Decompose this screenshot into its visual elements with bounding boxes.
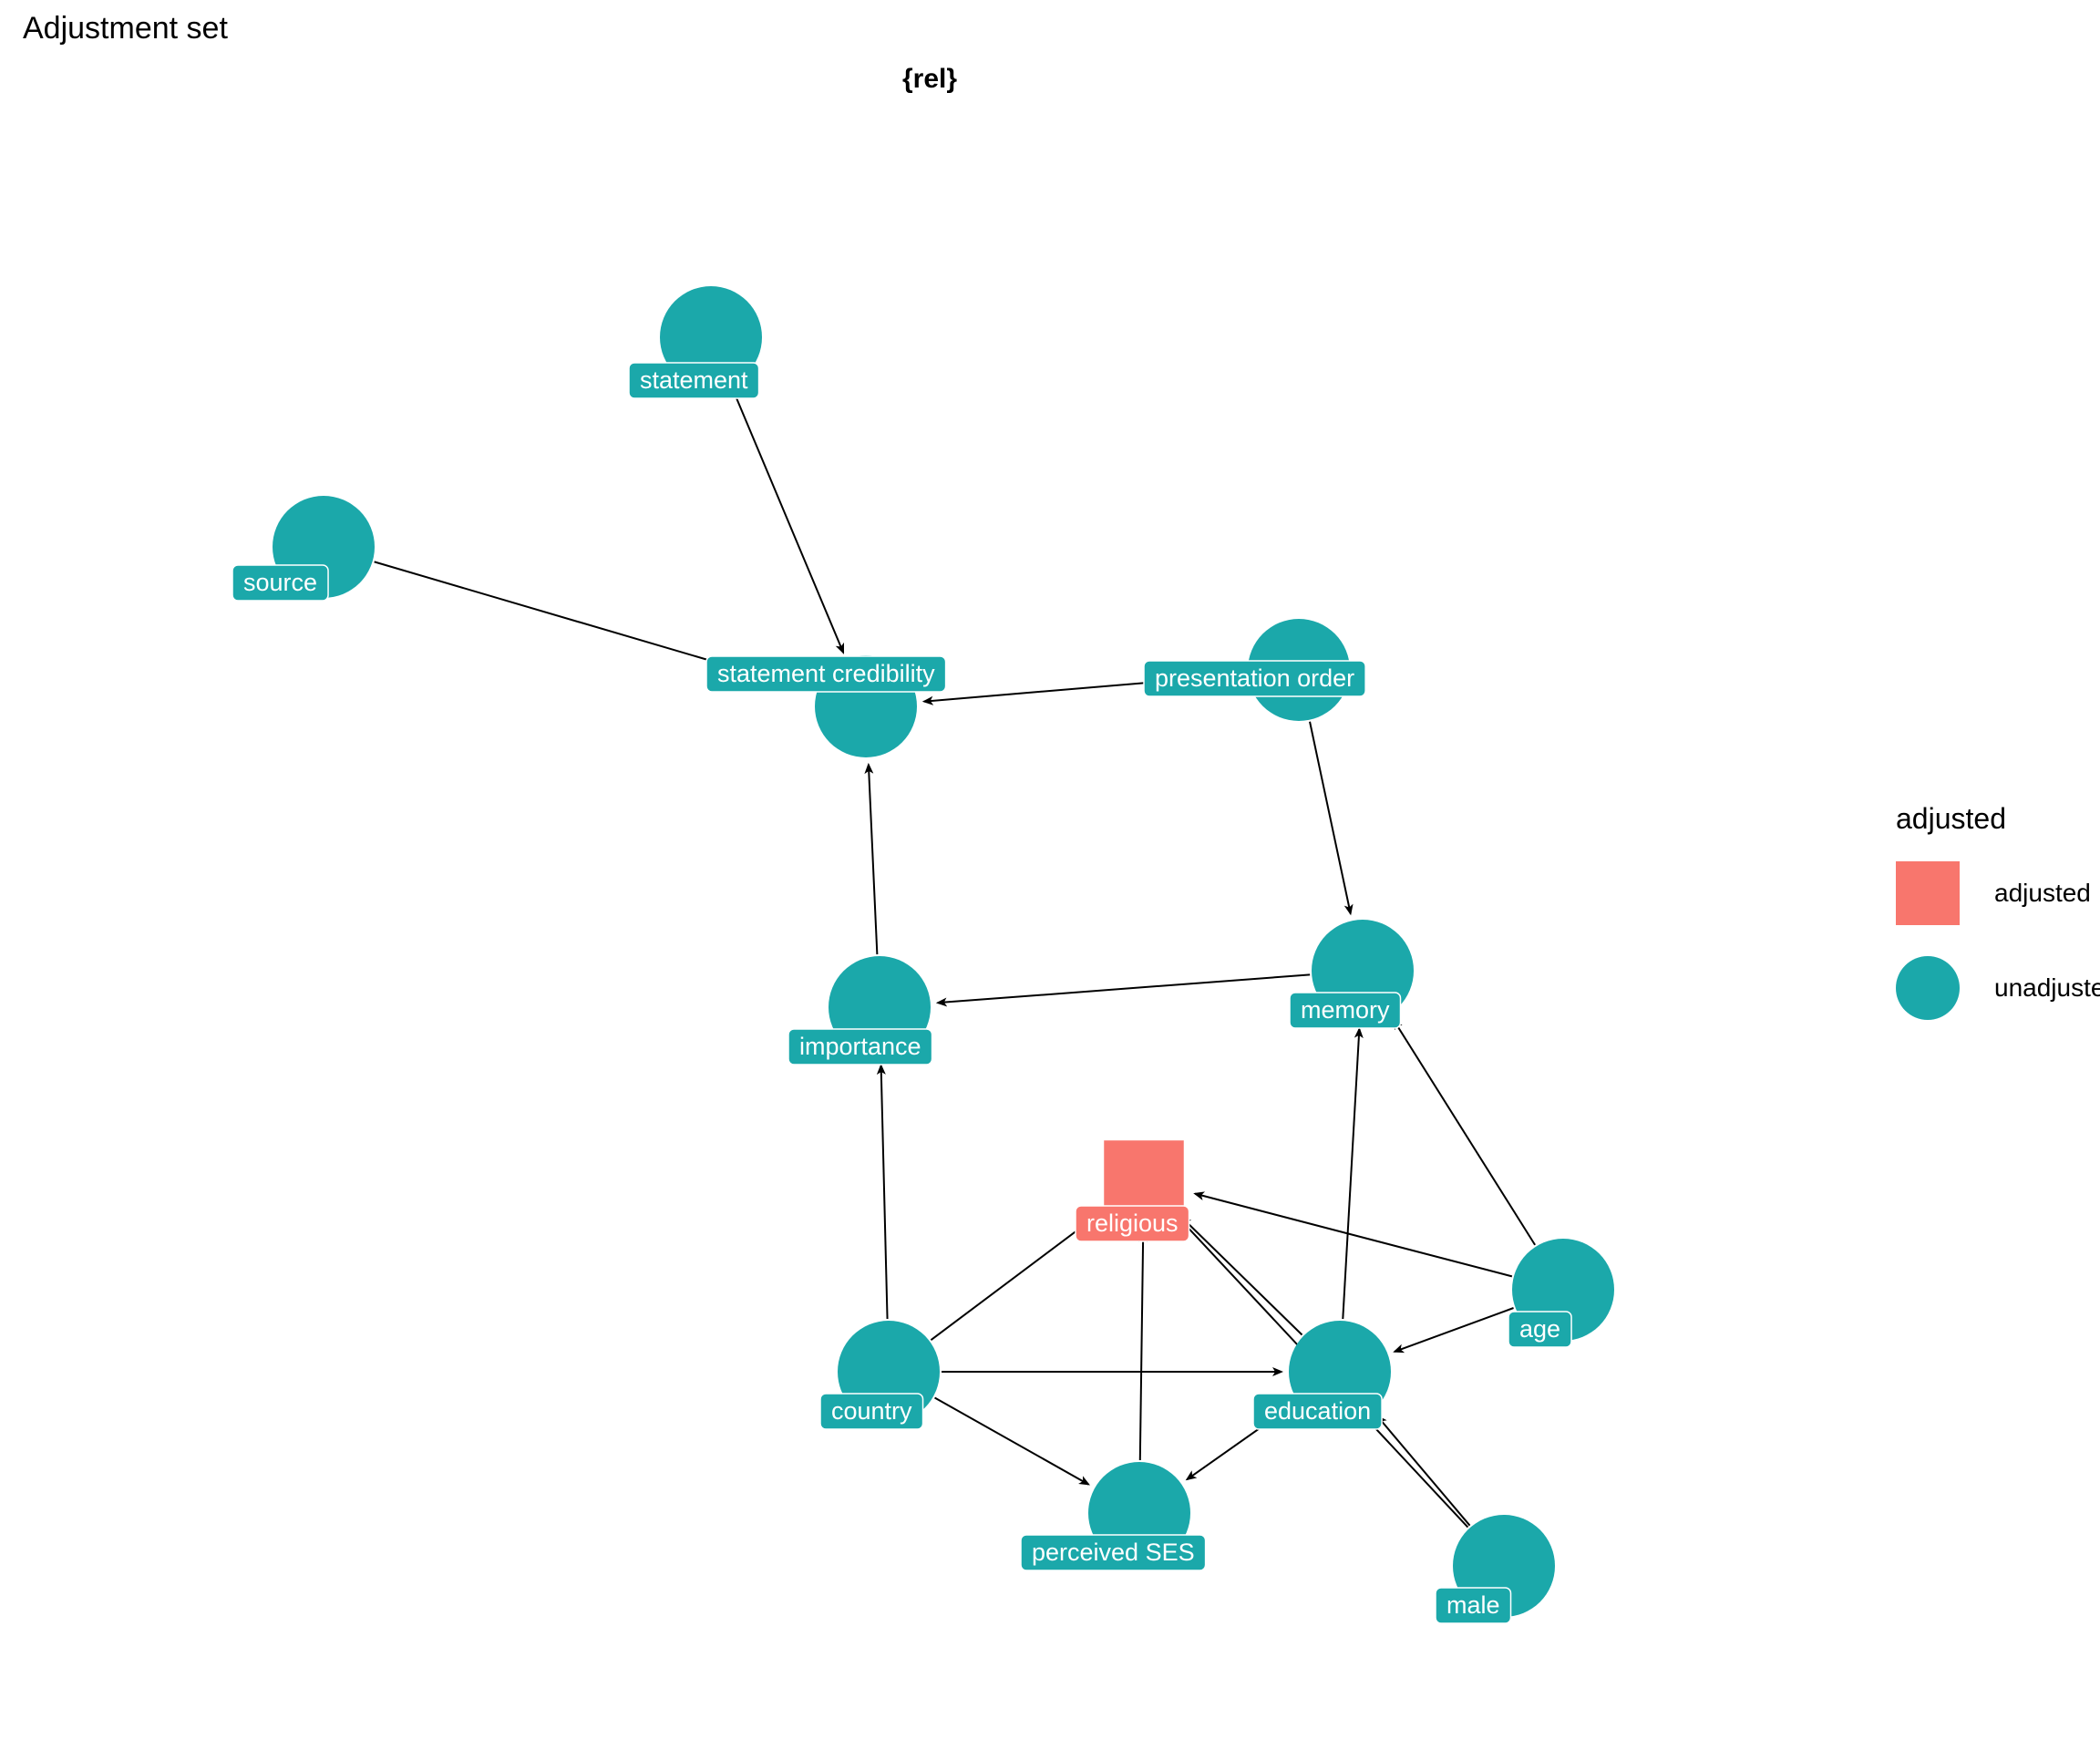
node-age: age xyxy=(1508,1239,1614,1347)
node-label: male xyxy=(1446,1591,1500,1619)
node-label: statement xyxy=(640,366,748,394)
node-label: memory xyxy=(1301,996,1390,1024)
node-importance: importance xyxy=(788,956,932,1065)
node-label: education xyxy=(1264,1397,1371,1425)
node-country: country xyxy=(820,1321,940,1429)
node-label: presentation order xyxy=(1155,664,1354,692)
node-education: education xyxy=(1253,1321,1391,1429)
edge-memory-to-importance xyxy=(938,974,1310,1003)
node-source: source xyxy=(232,496,375,601)
node-label: statement credibility xyxy=(717,660,935,687)
dag-graph: statement source statement credibility pres… xyxy=(0,0,2100,1750)
edge-country-to-perceived_ses xyxy=(935,1397,1089,1484)
node-statement_credibility: statement credibility xyxy=(706,655,946,757)
node-presentation_order: presentation order xyxy=(1144,619,1365,721)
edge-age-to-religious xyxy=(1195,1194,1512,1277)
node-religious: religious xyxy=(1076,1140,1189,1241)
node-label: source xyxy=(243,569,317,596)
edge-education-to-memory xyxy=(1343,1029,1359,1319)
edge-importance-to-statement_credibility xyxy=(869,765,877,954)
node-label: religious xyxy=(1086,1210,1179,1237)
edge-country-to-importance xyxy=(881,1065,888,1319)
edge-male-to-education xyxy=(1377,1416,1469,1526)
node-label: age xyxy=(1519,1315,1560,1343)
edge-age-to-education xyxy=(1395,1308,1513,1352)
edge-education-to-religious xyxy=(1181,1218,1302,1335)
edge-age-to-memory xyxy=(1394,1020,1535,1245)
edge-presentation_order-to-memory xyxy=(1310,722,1351,914)
edge-statement-to-statement_credibility xyxy=(731,386,843,653)
edge-perceived_ses-to-religious xyxy=(1140,1233,1143,1460)
node-label: importance xyxy=(799,1033,921,1060)
node-male: male xyxy=(1436,1515,1555,1623)
node-statement: statement xyxy=(629,286,762,398)
node-label: country xyxy=(831,1397,912,1425)
node-perceived_ses: perceived SES xyxy=(1021,1462,1206,1570)
node-label: perceived SES xyxy=(1032,1539,1195,1566)
